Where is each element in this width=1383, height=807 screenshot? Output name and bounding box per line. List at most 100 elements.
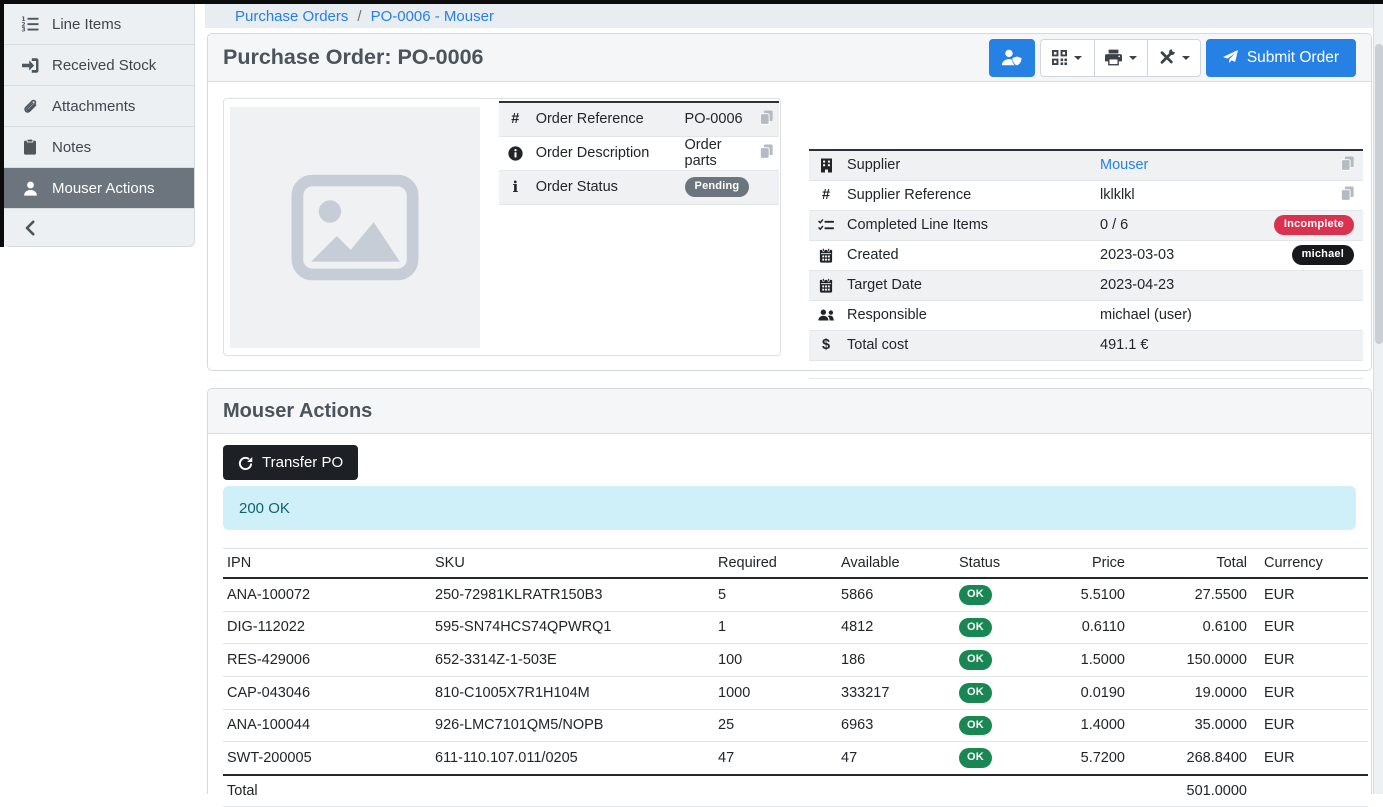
vertical-scrollbar[interactable] [1373,4,1383,794]
table-footer-row: Total 501.0000 [223,775,1368,807]
caret-down-icon [1129,56,1137,60]
image-placeholder[interactable] [230,107,480,348]
detail-value: Order parts [681,136,754,170]
image-icon [291,174,419,281]
breadcrumb-link-current-order[interactable]: PO-0006 - Mouser [371,8,494,25]
order-actions-dropdown-button[interactable] [1147,40,1200,76]
copy-icon[interactable] [760,144,773,159]
sidebar-item-mouser-actions[interactable]: Mouser Actions [4,168,194,209]
cell-available: 6963 [837,709,955,742]
qrcode-icon [1052,50,1067,66]
status-ok-badge: OK [959,748,992,768]
sidebar-item-attachments[interactable]: Attachments [4,86,194,127]
cell-price: 1.4000 [1041,709,1129,742]
table-cell-empty [955,775,1041,807]
printer-icon [1105,49,1122,66]
detail-label: Supplier [843,150,1096,180]
window-top-edge [0,0,1383,4]
detail-row-empty [809,360,1363,378]
table-cell-empty [753,170,779,204]
user-shield-icon [1001,49,1022,66]
cell-currency: EUR [1251,611,1368,644]
page-title: Purchase Order: PO-0006 [223,45,484,70]
detail-label: Supplier Reference [843,180,1096,210]
sidebar-item-label: Notes [52,139,91,156]
cell-price: 0.0190 [1041,676,1129,709]
cell-total: 150.0000 [1129,644,1251,677]
detail-label: Created [843,240,1096,270]
list-ol-icon [18,16,42,33]
detail-row-target-date: Target Date 2023-04-23 [809,270,1363,300]
breadcrumb-link-purchase-orders[interactable]: Purchase Orders [235,8,348,25]
sidebar-item-received-stock[interactable]: Received Stock [4,45,194,86]
sidebar-item-line-items[interactable]: Line Items [4,4,194,45]
order-details-table: # Order Reference PO-0006 Order Descript… [499,101,779,205]
admin-view-button[interactable] [989,39,1035,77]
table-cell-empty [837,775,955,807]
print-dropdown-button[interactable] [1094,40,1147,76]
cell-price: 5.5100 [1041,578,1129,611]
cell-currency: EUR [1251,742,1368,775]
cell-total: 19.0000 [1129,676,1251,709]
column-header-ipn: IPN [223,549,431,579]
copy-icon[interactable] [760,110,773,125]
hashtag-icon: # [499,102,532,136]
column-header-sku: SKU [431,549,714,579]
cell-required: 1000 [714,676,837,709]
cell-price: 1.5000 [1041,644,1129,677]
user-badge: michael [1292,245,1354,265]
detail-label: Order Description [532,136,681,170]
cell-ipn: RES-429006 [223,644,431,677]
table-row: DIG-112022 595-SN74HCS74QPWRQ1 1 4812 OK… [223,611,1368,644]
cell-sku: 250-72981KLRATR150B3 [431,578,714,611]
column-header-price: Price [1041,549,1129,579]
info-circle-icon [499,136,532,170]
cell-status: OK [955,644,1041,677]
supplier-details-table: Supplier Mouser # Supplier Reference lkl… [809,149,1363,379]
submit-order-button[interactable]: Submit Order [1206,39,1356,77]
transfer-po-button[interactable]: Transfer PO [223,445,358,480]
cell-ipn: ANA-100072 [223,578,431,611]
table-cell-empty [809,360,1363,378]
column-header-available: Available [837,549,955,579]
cell-required: 100 [714,644,837,677]
cell-currency: EUR [1251,644,1368,677]
sign-in-icon [18,57,42,74]
sidebar-item-label: Received Stock [52,57,156,74]
detail-row-order-reference: # Order Reference PO-0006 [499,102,779,136]
sidebar-item-notes[interactable]: Notes [4,127,194,168]
part-image-card: # Order Reference PO-0006 Order Descript… [223,98,781,356]
column-header-status: Status [955,549,1041,579]
user-icon [18,181,42,196]
detail-value: 0 / 6 [1096,210,1247,240]
cell-price: 0.6110 [1041,611,1129,644]
sidebar-collapse-button[interactable] [4,209,194,246]
cell-sku: 611-110.107.011/0205 [431,742,714,775]
column-header-total: Total [1129,549,1251,579]
supplier-link[interactable]: Mouser [1100,157,1148,173]
cell-sku: 810-C1005X7R1H104M [431,676,714,709]
scrollbar-thumb[interactable] [1375,44,1383,344]
window-left-edge [0,0,4,247]
mouser-actions-panel-header: Mouser Actions [208,389,1371,434]
copy-icon[interactable] [1341,156,1354,171]
dollar-icon: $ [809,330,843,360]
detail-label: Order Status [532,170,681,204]
table-header-row: IPN SKU Required Available Status Price … [223,549,1368,579]
info-icon: i [499,170,532,204]
cell-sku: 926-LMC7101QM5/NOPB [431,709,714,742]
cell-price: 5.7200 [1041,742,1129,775]
detail-label: Completed Line Items [843,210,1096,240]
status-ok-badge: OK [959,618,992,638]
detail-label: Target Date [843,270,1096,300]
cell-available: 333217 [837,676,955,709]
barcode-dropdown-button[interactable] [1041,40,1094,76]
detail-row-created: Created 2023-03-03 michael [809,240,1363,270]
copy-icon[interactable] [1341,186,1354,201]
calendar-icon [809,240,843,270]
cell-total: 27.5500 [1129,578,1251,611]
rotate-icon [238,454,253,471]
footer-total-value: 501.0000 [1129,775,1251,807]
cell-total: 0.6100 [1129,611,1251,644]
line-items-table: IPN SKU Required Available Status Price … [223,548,1368,807]
